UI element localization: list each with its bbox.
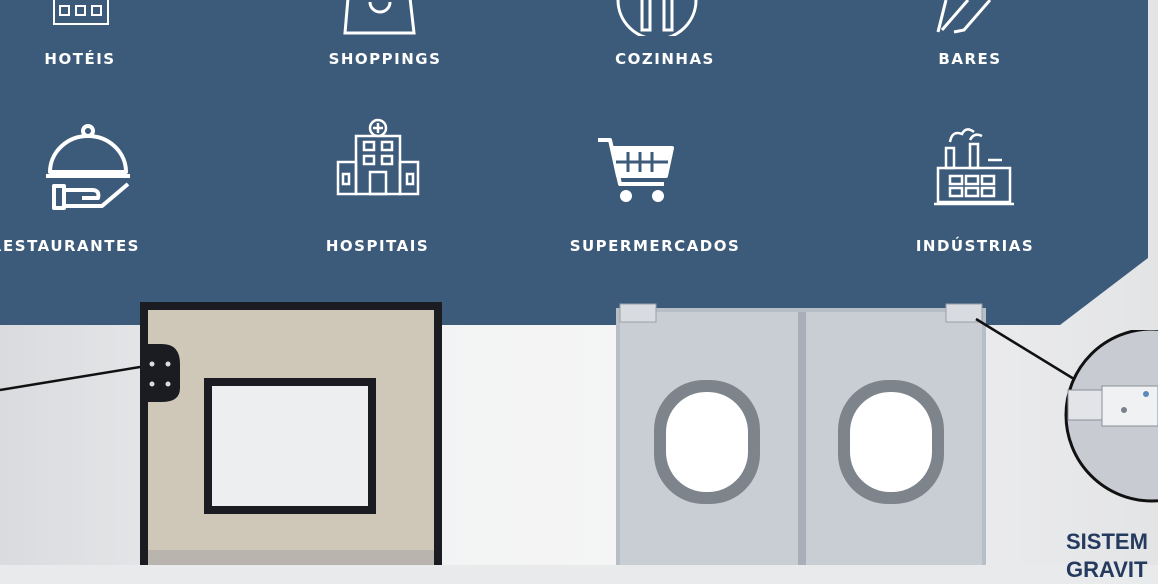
shopping-bag-icon	[340, 0, 420, 40]
system-caption-line1: SISTEM	[1066, 529, 1148, 554]
single-swing-door-image	[140, 302, 442, 565]
cart-icon	[596, 136, 676, 208]
hospital-icon	[336, 118, 420, 202]
category-label-hotels: HOTÉIS	[44, 50, 116, 68]
category-label-supermarkets: SUPERMERCADOS	[569, 237, 741, 255]
hotel-icon	[48, 0, 114, 32]
kitchen-icon	[614, 0, 700, 41]
callout-line-left	[0, 364, 147, 392]
category-label-shoppings: SHOPPINGS	[328, 50, 442, 68]
category-label-kitchens: COZINHAS	[615, 50, 715, 68]
system-caption-line2: GRAVIT	[1066, 557, 1148, 582]
bar-icon	[928, 0, 998, 40]
category-label-restaurants: RESTAURANTES	[0, 237, 140, 255]
hinge-detail-zoom	[1062, 327, 1158, 505]
double-swing-door-image	[612, 302, 990, 565]
category-label-hospitals: HOSPITAIS	[325, 237, 430, 255]
category-label-industries: INDÚSTRIAS	[915, 237, 1035, 255]
category-label-bars: BARES	[938, 50, 1002, 68]
factory-icon	[932, 122, 1016, 212]
system-caption: SISTEM GRAVIT	[1066, 528, 1148, 584]
cloche-icon	[44, 122, 134, 218]
